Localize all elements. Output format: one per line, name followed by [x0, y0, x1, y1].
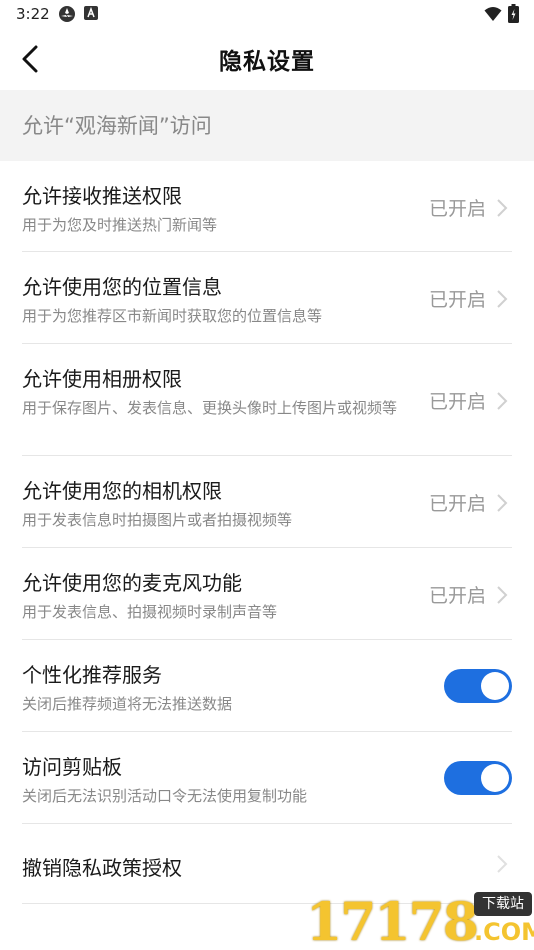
page-title: 隐私设置: [219, 49, 315, 75]
row-description: 关闭后无法识别活动口令无法使用复制功能: [22, 787, 308, 805]
chevron-right-icon: [497, 392, 508, 410]
permission-row-push[interactable]: 允许接收推送权限 用于为您及时推送热门新闻等 已开启: [0, 161, 534, 252]
row-state: 已开启: [428, 198, 486, 220]
permission-row-location[interactable]: 允许使用您的位置信息 用于为您推荐区市新闻时获取您的位置信息等 已开启: [0, 252, 534, 344]
row-title: 允许使用您的麦克风功能: [22, 571, 242, 595]
watermark-tag: 下载站: [474, 892, 532, 916]
row-title: 访问剪贴板: [22, 755, 122, 779]
battery-icon: [508, 4, 519, 23]
row-description: 关闭后推荐频道将无法推送数据: [22, 695, 233, 713]
clipboard-access-row: 访问剪贴板 关闭后无法识别活动口令无法使用复制功能: [0, 732, 534, 824]
chevron-right-icon: [497, 199, 508, 217]
chevron-right-icon: [497, 290, 508, 308]
row-state: 已开启: [428, 391, 486, 413]
row-title: 撤销隐私政策授权: [22, 856, 182, 880]
clipboard-access-toggle[interactable]: [444, 761, 512, 795]
section-header: 允许“观海新闻”访问: [0, 90, 534, 161]
row-description: 用于为您及时推送热门新闻等: [22, 216, 218, 234]
row-title: 允许使用您的位置信息: [22, 275, 222, 299]
row-state: 已开启: [428, 585, 486, 607]
system-notification-icon: [84, 6, 98, 20]
watermark-logo: 17178 下载站 .COM: [306, 888, 534, 950]
row-description: 用于为您推荐区市新闻时获取您的位置信息等: [22, 307, 323, 325]
app-bar: 隐私设置: [0, 28, 534, 90]
section-header-label: 允许“观海新闻”访问: [22, 114, 212, 138]
permission-row-album[interactable]: 允许使用相册权限 用于保存图片、发表信息、更换头像时上传图片或视频等 已开启: [0, 344, 534, 456]
watermark-domain: .COM: [474, 918, 534, 946]
row-state: 已开启: [428, 493, 486, 515]
toggle-knob: [481, 672, 509, 700]
row-title: 个性化推荐服务: [22, 663, 162, 687]
status-time: 3:22: [16, 5, 50, 23]
wifi-icon: [484, 7, 502, 21]
settings-list: 允许接收推送权限 用于为您及时推送热门新闻等 已开启 允许使用您的位置信息 用于…: [0, 161, 534, 904]
status-bar: 3:22: [0, 0, 534, 28]
personalized-recommendation-toggle[interactable]: [444, 669, 512, 703]
app-notification-icon: [59, 6, 75, 22]
row-description: 用于保存图片、发表信息、更换头像时上传图片或视频等: [22, 399, 398, 417]
permission-row-microphone[interactable]: 允许使用您的麦克风功能 用于发表信息、拍摄视频时录制声音等 已开启: [0, 548, 534, 640]
chevron-right-icon: [497, 494, 508, 512]
row-description: 用于发表信息、拍摄视频时录制声音等: [22, 603, 278, 621]
row-title: 允许使用您的相机权限: [22, 479, 222, 503]
permission-row-camera[interactable]: 允许使用您的相机权限 用于发表信息时拍摄图片或者拍摄视频等 已开启: [0, 456, 534, 548]
row-description: 用于发表信息时拍摄图片或者拍摄视频等: [22, 511, 293, 529]
chevron-right-icon: [497, 586, 508, 604]
watermark-digits: 17178: [306, 892, 479, 950]
personalized-recommendation-row: 个性化推荐服务 关闭后推荐频道将无法推送数据: [0, 640, 534, 732]
row-title: 允许使用相册权限: [22, 367, 182, 391]
chevron-right-icon: [497, 855, 508, 873]
row-title: 允许接收推送权限: [22, 184, 182, 208]
row-state: 已开启: [428, 289, 486, 311]
toggle-knob: [481, 764, 509, 792]
